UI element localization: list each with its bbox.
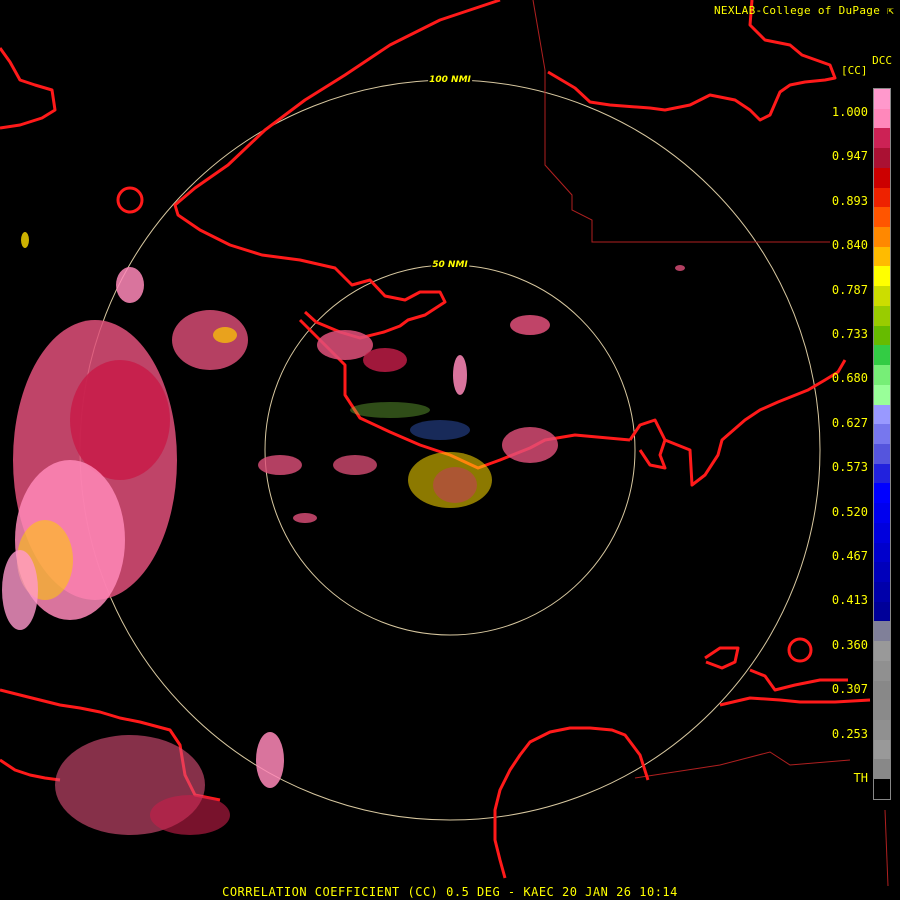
color-scale-swatch — [874, 443, 890, 464]
color-scale-tick: 0.467 — [831, 549, 868, 563]
color-scale-swatch — [874, 266, 890, 287]
color-scale-swatch — [874, 424, 890, 444]
color-scale-swatch — [874, 207, 890, 228]
color-scale-tick: 0.520 — [831, 504, 868, 519]
range-ring-50 — [264, 264, 636, 636]
info-icon[interactable]: ⇱ — [880, 4, 894, 17]
ring-label-50: 50 NMI — [431, 260, 469, 270]
color-scale-swatch — [874, 503, 890, 523]
radar-map[interactable] — [0, 0, 900, 900]
color-scale-tick: 0.627 — [831, 415, 868, 430]
color-scale-swatch — [874, 759, 890, 780]
color-scale-tick: 0.360 — [831, 637, 868, 652]
color-scale-swatch — [874, 148, 890, 168]
color-scale-swatch — [874, 700, 890, 720]
boundary-lines — [532, 0, 889, 887]
color-scale-bar — [873, 88, 891, 800]
unit-label: [CC] — [841, 64, 868, 77]
color-scale-swatch — [874, 227, 890, 247]
color-scale-swatch — [874, 246, 890, 267]
color-scale-swatch — [874, 581, 890, 602]
color-scale-tick: 0.840 — [831, 238, 868, 253]
product-code: DCC — [872, 54, 892, 67]
color-scale-swatch — [874, 739, 890, 760]
color-scale-swatch — [874, 187, 890, 208]
color-scale-swatch — [874, 345, 890, 366]
color-scale-tick: 0.733 — [831, 327, 868, 341]
color-scale-swatch — [874, 601, 890, 622]
color-scale-tick: 0.893 — [831, 193, 868, 208]
color-scale-tick: 1.000 — [831, 105, 868, 119]
color-scale-tick: 0.787 — [831, 282, 868, 297]
color-scale-swatch — [874, 286, 890, 306]
color-scale-tick: 0.573 — [831, 460, 868, 475]
color-scale-swatch — [874, 404, 890, 425]
color-scale-swatch — [874, 621, 890, 642]
color-scale-swatch — [874, 483, 890, 504]
color-scale-swatch — [874, 562, 890, 582]
color-scale-swatch — [874, 89, 890, 109]
color-scale-tick: 0.307 — [831, 682, 868, 697]
ring-label-100: 100 NMI — [428, 75, 472, 85]
color-scale-tick: 0.680 — [831, 371, 868, 386]
radar-echoes — [2, 232, 685, 835]
color-scale-swatch — [874, 641, 890, 661]
color-scale-swatch — [874, 522, 890, 543]
color-scale-swatch — [874, 779, 890, 799]
color-scale-swatch — [874, 680, 890, 701]
color-scale-tick: 0.413 — [831, 593, 868, 608]
color-scale-swatch — [874, 720, 890, 740]
color-scale-swatch — [874, 384, 890, 405]
color-scale-swatch — [874, 167, 890, 188]
color-scale-swatch — [874, 660, 890, 681]
color-scale-swatch — [874, 128, 890, 149]
credit-label: NEXLAB-College of DuPage ⇱ — [713, 4, 894, 17]
color-scale-swatch — [874, 542, 890, 563]
color-scale-swatch — [874, 108, 890, 129]
color-scale-swatch — [874, 365, 890, 385]
color-scale-swatch — [874, 325, 890, 346]
color-scale-tick: 0.253 — [831, 726, 868, 741]
color-scale-swatch — [874, 305, 890, 326]
color-scale-tick: 0.947 — [831, 149, 868, 164]
color-scale-swatch — [874, 463, 890, 484]
product-caption: CORRELATION COEFFICIENT (CC) 0.5 DEG - K… — [222, 885, 678, 899]
color-scale-tick: TH — [853, 771, 868, 785]
